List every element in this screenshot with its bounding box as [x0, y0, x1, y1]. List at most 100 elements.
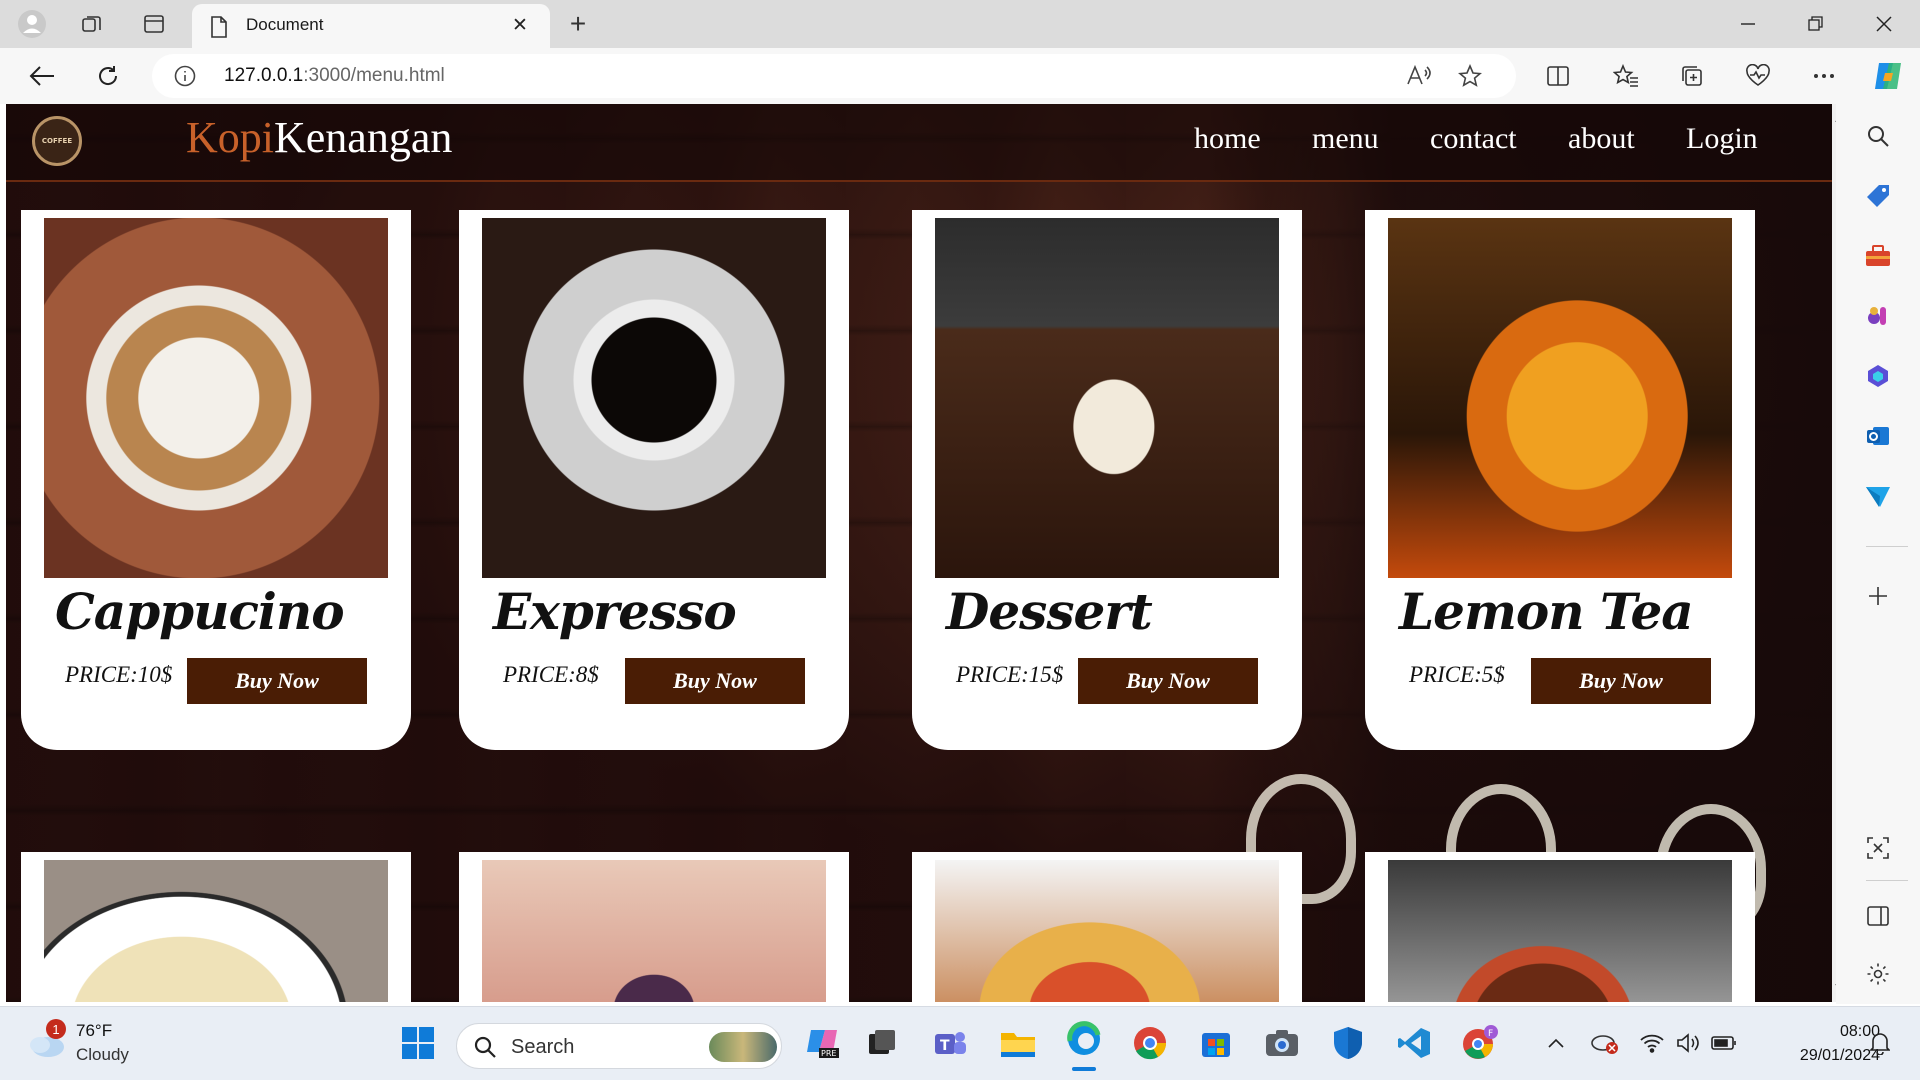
- taskbar-search-label: Search: [511, 1036, 575, 1058]
- cappucino-photo: [44, 218, 388, 578]
- copilot-pre-icon[interactable]: PRE: [800, 1021, 844, 1065]
- site-header: COFFEE KopiKenangan home menu contact ab…: [6, 104, 1832, 182]
- restore-icon[interactable]: [1788, 6, 1844, 42]
- taskbar-search[interactable]: Search: [456, 1023, 782, 1069]
- site-logo[interactable]: COFFEE: [32, 116, 82, 166]
- menu-card-row2: [459, 852, 849, 1002]
- weather-badge: 1: [46, 1019, 66, 1039]
- brand-part-kopi: Kopi: [186, 113, 274, 162]
- search-highlight-icon: [709, 1032, 777, 1062]
- menu-card-expresso: Expresso PRICE:8$ Buy Now: [459, 210, 849, 750]
- edge-sidebar: [1836, 104, 1920, 1004]
- site-info-icon[interactable]: [174, 65, 196, 92]
- browser-toolbar: 127.0.0.1:3000/menu.html: [0, 48, 1920, 104]
- read-aloud-icon[interactable]: [1406, 64, 1432, 93]
- buy-now-button[interactable]: Buy Now: [187, 658, 367, 704]
- tools-icon[interactable]: [1858, 236, 1898, 276]
- microsoft-store-icon[interactable]: [1194, 1021, 1238, 1065]
- menu-card-dessert: Dessert PRICE:15$ Buy Now: [912, 210, 1302, 750]
- svg-text:PRE: PRE: [821, 1049, 836, 1058]
- back-icon[interactable]: [22, 56, 62, 96]
- weather-cloud-icon[interactable]: 1: [24, 1019, 68, 1065]
- screenshot-icon[interactable]: [1858, 828, 1898, 868]
- weather-description[interactable]: Cloudy: [76, 1045, 129, 1065]
- teams-icon[interactable]: T: [928, 1021, 972, 1065]
- buy-now-button[interactable]: Buy Now: [1531, 658, 1711, 704]
- vscode-icon[interactable]: [1392, 1021, 1436, 1065]
- browser-tab[interactable]: Document ✕: [192, 4, 550, 48]
- chrome-icon[interactable]: [1128, 1021, 1172, 1065]
- item-price: PRICE:8$: [503, 662, 599, 687]
- address-bar[interactable]: 127.0.0.1:3000/menu.html: [152, 54, 1516, 98]
- nav-link-menu[interactable]: menu: [1312, 122, 1379, 156]
- start-windows-icon[interactable]: [396, 1021, 440, 1065]
- salad-photo: [482, 860, 826, 1002]
- menu-card-cappucino: Cappucino PRICE:10$ Buy Now: [21, 210, 411, 750]
- task-view-icon[interactable]: [860, 1021, 904, 1065]
- onedrive-icon[interactable]: [1582, 1021, 1626, 1065]
- item-name: Cappucino: [55, 582, 345, 641]
- outlook-icon[interactable]: [1858, 416, 1898, 456]
- sidebar-divider: [1866, 546, 1908, 547]
- games-icon[interactable]: [1858, 296, 1898, 336]
- notification-bell-icon[interactable]: [1858, 1021, 1902, 1065]
- security-shield-icon[interactable]: [1326, 1021, 1370, 1065]
- site-brand[interactable]: KopiKenangan: [186, 112, 452, 163]
- sidebar-toggle-icon[interactable]: [1858, 896, 1898, 936]
- camera-icon[interactable]: [1260, 1021, 1304, 1065]
- send-icon[interactable]: [1858, 476, 1898, 516]
- battery-icon[interactable]: [1702, 1021, 1746, 1065]
- close-tab-icon[interactable]: ✕: [512, 16, 528, 35]
- menu-card-row2: [1365, 852, 1755, 1002]
- profile-icon[interactable]: [14, 6, 50, 42]
- collections-icon[interactable]: [1672, 56, 1712, 96]
- tab-title: Document: [246, 15, 324, 34]
- weather-temperature[interactable]: 76°F: [76, 1021, 112, 1041]
- document-icon: [210, 16, 228, 43]
- menu-card-row2: [21, 852, 411, 1002]
- cake-photo: [1388, 860, 1732, 1002]
- nav-link-about[interactable]: about: [1568, 122, 1635, 156]
- favorite-star-icon[interactable]: [1458, 63, 1482, 93]
- browser-tab-strip: Document ✕ +: [0, 0, 1920, 48]
- shopping-tag-icon[interactable]: [1858, 176, 1898, 216]
- url-path: :3000/menu.html: [303, 65, 445, 86]
- workspaces-icon[interactable]: [74, 6, 110, 42]
- vertical-tabs-icon[interactable]: [136, 6, 172, 42]
- split-screen-icon[interactable]: [1538, 56, 1578, 96]
- show-hidden-icons-chevron[interactable]: [1534, 1021, 1578, 1065]
- new-tab-button[interactable]: +: [560, 6, 596, 42]
- file-explorer-icon[interactable]: [996, 1021, 1040, 1065]
- item-name: Dessert: [946, 582, 1153, 641]
- pasta-photo: [44, 860, 388, 1002]
- url-text[interactable]: 127.0.0.1:3000/menu.html: [224, 65, 445, 87]
- buy-now-button[interactable]: Buy Now: [625, 658, 805, 704]
- edge-browser-icon[interactable]: [1062, 1017, 1106, 1071]
- brand-part-kenangan: Kenangan: [274, 113, 453, 162]
- performance-heart-icon[interactable]: [1738, 56, 1778, 96]
- add-icon[interactable]: [1858, 576, 1898, 616]
- microsoft-365-icon[interactable]: [1858, 356, 1898, 396]
- nav-link-contact[interactable]: contact: [1430, 122, 1517, 156]
- menu-card-lemon-tea: Lemon Tea PRICE:5$ Buy Now: [1365, 210, 1755, 750]
- dessert-photo: [935, 218, 1279, 578]
- svg-text:F: F: [1488, 1029, 1493, 1039]
- logo-text: COFFEE: [41, 137, 73, 145]
- search-icon: [473, 1035, 497, 1064]
- settings-gear-icon[interactable]: [1858, 954, 1898, 994]
- close-window-icon[interactable]: [1856, 6, 1912, 42]
- item-name: Lemon Tea: [1399, 582, 1694, 641]
- item-price: PRICE:10$: [65, 662, 173, 687]
- copilot-icon[interactable]: [1868, 56, 1908, 96]
- refresh-icon[interactable]: [88, 56, 128, 96]
- buy-now-button[interactable]: Buy Now: [1078, 658, 1258, 704]
- chrome-profile-icon[interactable]: F: [1458, 1021, 1502, 1065]
- nav-link-home[interactable]: home: [1194, 122, 1261, 156]
- item-name: Expresso: [493, 582, 737, 641]
- item-price: PRICE:15$: [956, 662, 1064, 687]
- favorites-icon[interactable]: [1606, 56, 1646, 96]
- search-icon[interactable]: [1858, 116, 1898, 156]
- more-options-icon[interactable]: [1804, 56, 1844, 96]
- minimize-icon[interactable]: [1720, 6, 1776, 42]
- nav-link-login[interactable]: Login: [1686, 122, 1758, 156]
